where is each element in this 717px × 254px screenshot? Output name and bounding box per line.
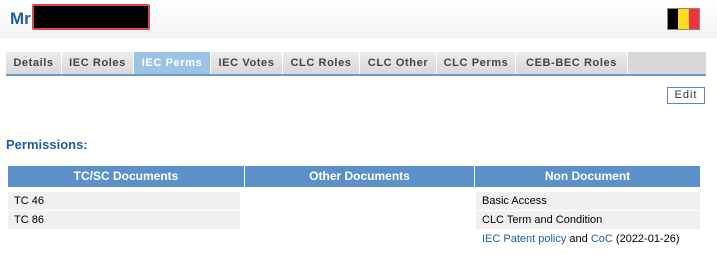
coc-link[interactable]: CoC [591, 233, 613, 245]
column-header-other-documents: Other Documents [245, 166, 474, 187]
tab-iec-roles[interactable]: IEC Roles [62, 52, 134, 74]
page: Mr Details IEC Roles IEC Perms IEC Votes… [0, 0, 717, 254]
iec-patent-policy-link[interactable]: IEC Patent policy [482, 233, 566, 245]
tab-clc-other[interactable]: CLC Other [360, 52, 437, 74]
column-header-tc-sc-documents: TC/SC Documents [8, 166, 244, 187]
flag-stripe-red [688, 9, 699, 29]
tc-sc-document-item: TC 46 [8, 192, 240, 210]
tab-details[interactable]: Details [6, 52, 62, 74]
tab-iec-votes[interactable]: IEC Votes [211, 52, 283, 74]
redacted-name-block [32, 4, 150, 30]
and-text: and [566, 233, 591, 245]
non-document-item: Basic Access [476, 192, 700, 210]
non-document-item-policies: IEC Patent policy and CoC (2022-01-26) [476, 230, 700, 248]
tab-iec-perms[interactable]: IEC Perms [134, 52, 211, 74]
flag-stripe-yellow [678, 9, 689, 29]
tab-ceb-bec-roles[interactable]: CEB-BEC Roles [516, 52, 628, 74]
tab-clc-perms[interactable]: CLC Perms [437, 52, 516, 74]
policy-date-text: (2022-01-26) [612, 233, 680, 245]
permissions-heading: Permissions: [6, 137, 88, 152]
person-title: Mr [10, 9, 31, 28]
non-document-item: CLC Term and Condition [476, 211, 700, 229]
flag-stripe-black [668, 9, 679, 29]
person-header: Mr [0, 0, 717, 38]
edit-button[interactable]: Edit [667, 87, 705, 104]
tab-clc-roles[interactable]: CLC Roles [283, 52, 360, 74]
column-header-non-document: Non Document [475, 166, 700, 187]
tab-bar: Details IEC Roles IEC Perms IEC Votes CL… [6, 52, 706, 76]
tc-sc-document-item: TC 86 [8, 211, 240, 229]
belgium-flag-icon [667, 8, 700, 30]
